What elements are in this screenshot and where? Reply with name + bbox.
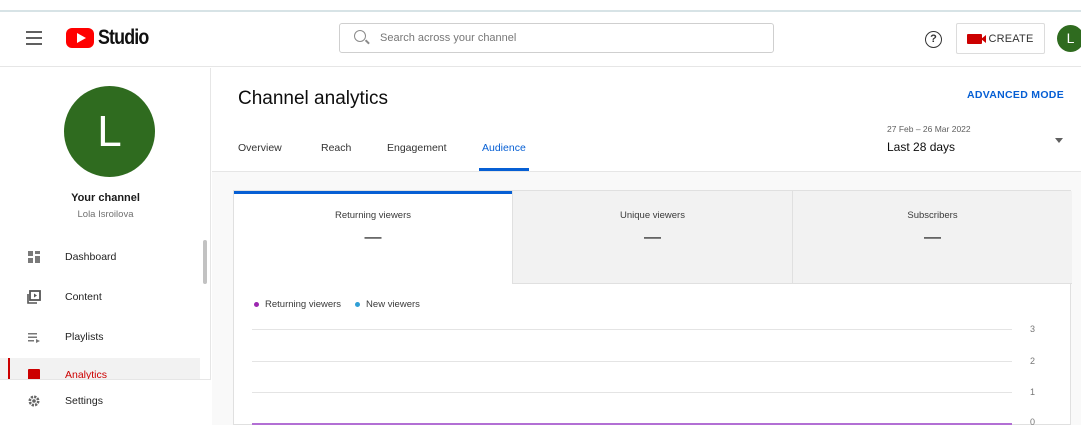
y-tick-label: 1 bbox=[1030, 387, 1036, 397]
y-tick-label: 3 bbox=[1030, 324, 1036, 334]
y-tick-label: 2 bbox=[1030, 356, 1036, 366]
settings-icon bbox=[28, 395, 40, 407]
tab-engagement[interactable]: Engagement bbox=[387, 142, 447, 154]
create-button[interactable]: CREATE bbox=[956, 23, 1045, 54]
logo-text: Studio bbox=[98, 26, 149, 49]
legend-dot bbox=[355, 302, 361, 307]
sidebar-scrollbar[interactable] bbox=[203, 240, 207, 284]
sidebar: L Your channel Lola Isroilova Dashboard … bbox=[0, 68, 211, 425]
sidebar-item-label: Content bbox=[65, 291, 102, 303]
menu-icon[interactable] bbox=[26, 31, 42, 45]
chart-legend: Returning viewers New viewers bbox=[254, 299, 434, 310]
date-range-label: Last 28 days bbox=[887, 140, 956, 154]
main-content: Channel analytics ADVANCED MODE Overview… bbox=[212, 68, 1081, 427]
account-avatar[interactable]: L bbox=[1057, 25, 1081, 52]
analytics-header: Channel analytics ADVANCED MODE Overview… bbox=[212, 68, 1081, 172]
tab-audience[interactable]: Audience bbox=[479, 142, 529, 171]
channel-name: Lola Isroilova bbox=[77, 209, 134, 220]
legend-item-new: New viewers bbox=[355, 299, 420, 310]
chart-gridline bbox=[252, 329, 1012, 330]
metric-label: Unique viewers bbox=[620, 210, 685, 221]
sidebar-item-label: Playlists bbox=[65, 331, 104, 343]
sidebar-item-dashboard[interactable]: Dashboard bbox=[0, 240, 200, 274]
tab-overview[interactable]: Overview bbox=[238, 142, 282, 154]
sidebar-item-label: Dashboard bbox=[65, 251, 117, 263]
youtube-play-icon bbox=[66, 28, 94, 48]
search-box[interactable] bbox=[339, 23, 774, 53]
metric-value: — bbox=[924, 227, 941, 246]
sidebar-item-settings[interactable]: Settings bbox=[0, 384, 200, 418]
metric-label: Subscribers bbox=[907, 210, 958, 221]
help-icon[interactable]: ? bbox=[925, 31, 942, 48]
content-icon bbox=[27, 290, 41, 304]
metric-subscribers[interactable]: Subscribers — bbox=[792, 191, 1072, 284]
search-icon bbox=[354, 30, 366, 42]
advanced-mode-link[interactable]: ADVANCED MODE bbox=[967, 89, 1064, 101]
legend-label: New viewers bbox=[366, 299, 420, 310]
chart-gridline bbox=[252, 361, 1012, 362]
legend-item-returning: Returning viewers bbox=[254, 299, 341, 310]
playlists-icon bbox=[28, 333, 40, 343]
date-range-dates: 27 Feb – 26 Mar 2022 bbox=[887, 124, 971, 134]
studio-logo[interactable]: Studio bbox=[66, 25, 157, 51]
metric-unique-viewers[interactable]: Unique viewers — bbox=[512, 191, 792, 284]
legend-dot bbox=[254, 302, 259, 307]
dashboard-icon bbox=[28, 251, 40, 263]
channel-avatar[interactable]: L bbox=[64, 86, 155, 177]
sidebar-item-playlists[interactable]: Playlists bbox=[0, 320, 200, 354]
page-title: Channel analytics bbox=[238, 88, 388, 109]
sidebar-footer: Settings bbox=[0, 379, 211, 425]
date-range-picker[interactable]: 27 Feb – 26 Mar 2022 Last 28 days bbox=[887, 124, 1067, 154]
sidebar-item-label: Settings bbox=[65, 395, 103, 407]
chart-gridline bbox=[252, 392, 1012, 393]
sidebar-item-content[interactable]: Content bbox=[0, 280, 200, 314]
y-tick-label: 0 bbox=[1030, 417, 1036, 427]
chevron-down-icon bbox=[1055, 138, 1063, 143]
channel-title: Your channel bbox=[71, 192, 140, 204]
metric-value: — bbox=[644, 227, 661, 246]
tab-reach[interactable]: Reach bbox=[321, 142, 351, 154]
top-header: Studio ? CREATE L bbox=[0, 12, 1081, 67]
video-camera-icon bbox=[967, 33, 987, 44]
metric-value: — bbox=[364, 227, 382, 246]
search-input[interactable] bbox=[380, 28, 760, 48]
metric-returning-viewers[interactable]: Returning viewers — bbox=[234, 191, 512, 284]
legend-label: Returning viewers bbox=[265, 299, 342, 310]
audience-chart-card: Returning viewers — Unique viewers — Sub… bbox=[233, 190, 1072, 427]
create-label: CREATE bbox=[988, 32, 1034, 45]
metric-label: Returning viewers bbox=[334, 210, 412, 221]
